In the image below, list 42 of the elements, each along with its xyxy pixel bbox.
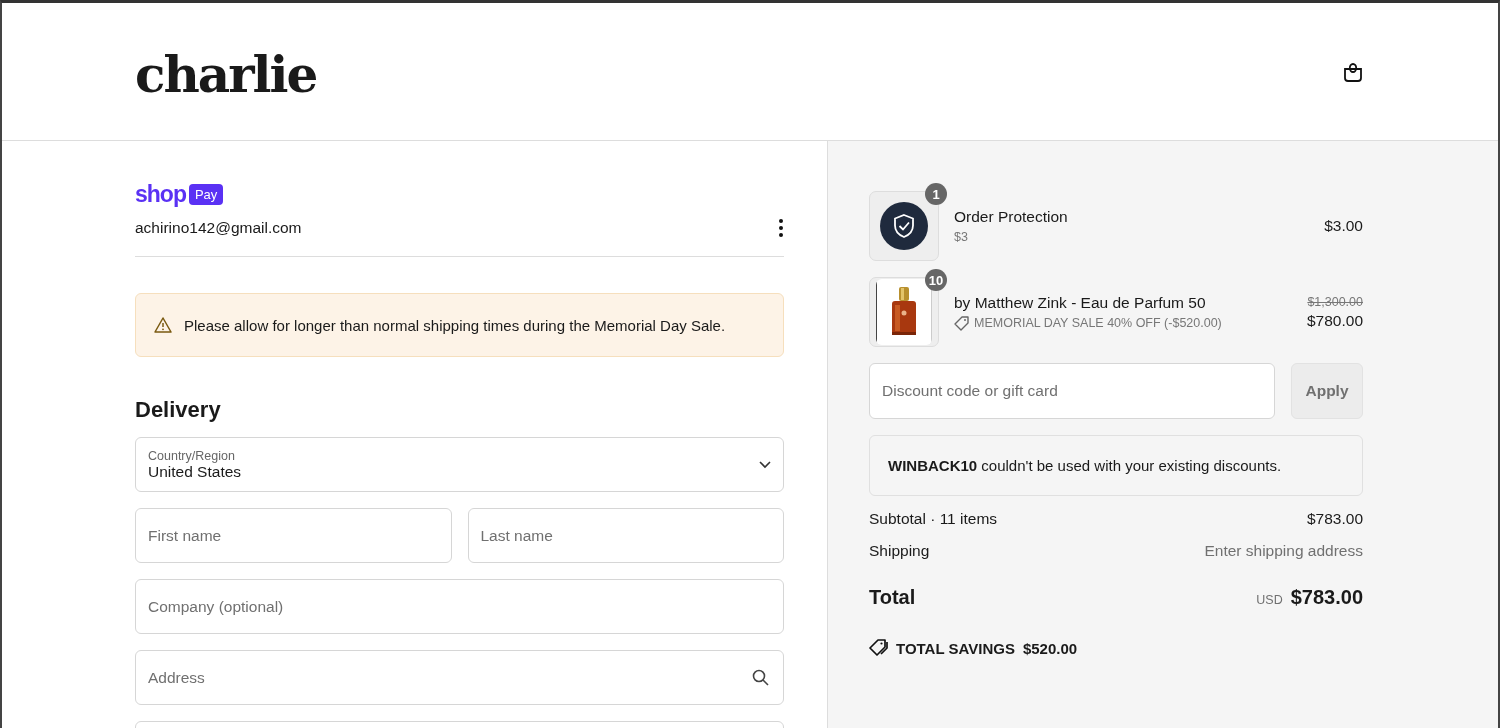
price: $3.00	[1324, 217, 1363, 235]
shop-logo: shop	[135, 181, 186, 208]
tag-icon	[954, 315, 969, 331]
cart-bag-icon[interactable]	[1342, 60, 1364, 83]
discount-code-field[interactable]: Discount code or gift card	[869, 363, 1275, 419]
chevron-down-icon	[759, 460, 771, 469]
logo[interactable]: charlie	[135, 45, 317, 104]
summary-value: $783.00	[1306, 510, 1363, 528]
field-label: Country/Region	[148, 448, 236, 463]
account-email: achirino142@gmail.com	[135, 219, 302, 237]
discount-label: MEMORIAL DAY SALE 40% OFF (-$520.00)	[974, 316, 1222, 330]
summary-value: Enter shipping address	[1204, 542, 1363, 560]
more-options-icon[interactable]	[778, 218, 784, 238]
price: $780.00	[1306, 311, 1363, 330]
original-price: $1,300.00	[1307, 294, 1363, 309]
country-select[interactable]: Country/Region United States	[135, 437, 784, 492]
search-icon	[752, 669, 769, 686]
quantity-badge: 10	[925, 269, 947, 291]
summary-label: Subtotal · 11 items	[869, 510, 998, 528]
discount-error-message: WINBACK10 couldn't be used with your existing discounts.	[869, 435, 1363, 496]
input-field[interactable]: First name	[135, 508, 452, 563]
input-field[interactable]: Company (optional)	[135, 579, 784, 634]
total-label: Total	[869, 586, 916, 609]
field-value: United States	[148, 462, 242, 481]
warning-icon	[154, 316, 172, 334]
pay-badge: Pay	[188, 184, 224, 205]
notice-text: Please allow for longer than normal shipping times during the Memorial Day Sale.	[184, 316, 726, 334]
product-name: by Matthew Zink - Eau de Parfum 50	[954, 293, 1207, 312]
total-amount: $783.00	[1290, 586, 1363, 609]
input-field[interactable]: Address	[135, 650, 784, 705]
input-field[interactable]: Last name	[467, 508, 784, 563]
product-detail: $3	[954, 230, 969, 244]
product-name: Order Protection	[954, 208, 1069, 226]
shield-check-icon	[880, 202, 928, 250]
section-heading: Delivery	[135, 397, 222, 423]
savings-label: TOTAL SAVINGS	[896, 639, 1015, 657]
apply-button[interactable]: Apply	[1291, 363, 1363, 419]
tags-icon	[869, 639, 888, 657]
summary-label: Shipping	[869, 542, 930, 560]
currency-code: USD	[1256, 593, 1283, 607]
quantity-badge: 1	[925, 183, 947, 205]
savings-amount: $520.00	[1022, 639, 1078, 657]
